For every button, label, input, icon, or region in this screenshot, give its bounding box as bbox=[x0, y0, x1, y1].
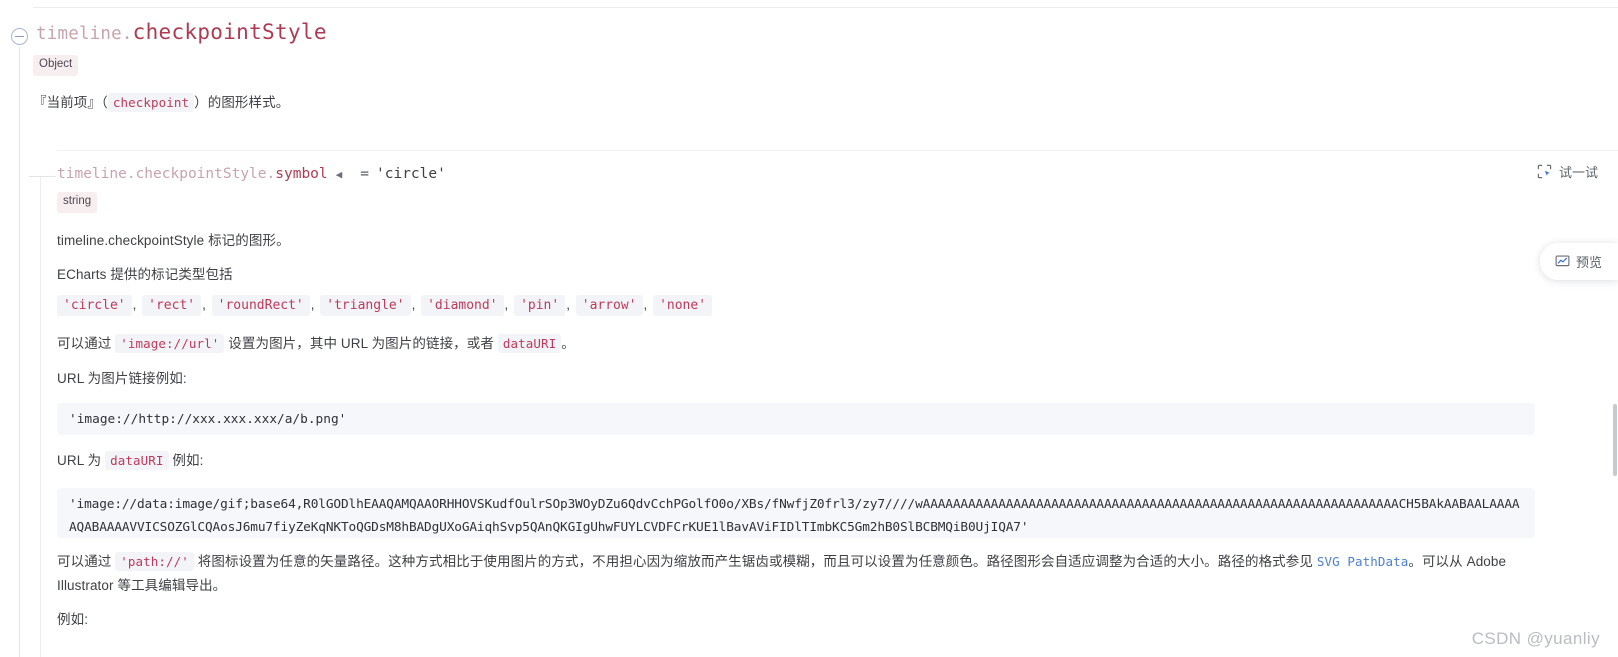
code-block-datauri: 'image://data:image/gif;base64,R0lGODlhE… bbox=[57, 488, 1535, 538]
image-url-description: 可以通过 'image://url' 设置为图片，其中 URL 为图片的链接，或… bbox=[57, 332, 575, 355]
image-desc-mid: 设置为图片，其中 URL 为图片的链接，或者 bbox=[228, 336, 494, 351]
desc-text-lead: 『当前项』（ bbox=[33, 95, 108, 110]
svg-pathdata-link[interactable]: SVG PathData bbox=[1317, 554, 1409, 569]
code-block-image-url: 'image://http://xxx.xxx.xxx/a/b.png' bbox=[57, 403, 1535, 435]
list-separator: , bbox=[132, 297, 137, 312]
inline-code-image-url: 'image://url' bbox=[115, 334, 225, 353]
symbol-type-chip: 'triangle' bbox=[320, 295, 411, 316]
list-separator: , bbox=[202, 297, 206, 312]
datauri-desc-before: URL 为 bbox=[57, 453, 102, 468]
chart-preview-icon bbox=[1555, 254, 1570, 269]
type-badge-object: Object bbox=[33, 55, 79, 76]
symbol-type-chip: 'rect' bbox=[142, 295, 202, 316]
list-separator: , bbox=[566, 297, 570, 312]
tree-branch-connector bbox=[29, 176, 56, 177]
symbol-type-chip: 'pin' bbox=[514, 295, 566, 316]
symbol-type-chip: 'diamond' bbox=[421, 295, 504, 316]
property-signature: timeline.checkpointStyle.symbol ◀ = 'circle… bbox=[57, 166, 446, 182]
page-title: timeline.checkpointStyle bbox=[36, 20, 327, 44]
node-title-leaf: checkpointStyle bbox=[132, 20, 327, 44]
node-title-prefix: timeline. bbox=[36, 24, 133, 44]
type-badge-string: string bbox=[57, 192, 98, 213]
path-desc-mid: 将图标设置为任意的矢量路径。这种方式相比于使用图片的方式，不用担心因为缩放而产生… bbox=[197, 554, 1313, 569]
inline-code-datauri-2: dataURI bbox=[105, 451, 169, 470]
list-separator: , bbox=[643, 297, 648, 312]
circle-minus-icon[interactable] bbox=[11, 28, 28, 45]
symbol-type-chip: 'roundRect' bbox=[211, 295, 310, 316]
vertical-scrollbar-thumb[interactable] bbox=[1613, 404, 1617, 476]
inline-code-datauri: dataURI bbox=[497, 334, 562, 353]
node-description: 『当前项』（ checkpoint ）的图形样式。 bbox=[33, 91, 289, 114]
desc-text-tail: ）的图形样式。 bbox=[194, 95, 290, 110]
child-section-divider bbox=[57, 150, 1618, 151]
preview-label: 预览 bbox=[1575, 255, 1602, 270]
image-desc-before: 可以通过 bbox=[57, 336, 112, 351]
symbol-type-list: 'circle', 'rect', 'roundRect', 'triangle… bbox=[57, 295, 713, 316]
inline-code-path: 'path://' bbox=[115, 552, 194, 571]
symbol-type-chip: 'arrow' bbox=[575, 295, 643, 316]
preview-button[interactable]: 预览 bbox=[1539, 243, 1618, 280]
try-it-label: 试一试 bbox=[1558, 165, 1598, 180]
path-description: 可以通过 'path://' 将图标设置为任意的矢量路径。这种方式相比于使用图片… bbox=[57, 550, 1535, 598]
symbol-type-chip: 'circle' bbox=[57, 295, 132, 316]
image-desc-after: 。 bbox=[561, 336, 575, 351]
list-separator: , bbox=[504, 297, 509, 312]
signature-equals: = bbox=[360, 166, 369, 182]
datauri-desc-after: 例如: bbox=[172, 453, 204, 468]
chevron-left-icon[interactable]: ◀ bbox=[328, 168, 343, 181]
inline-code-checkpoint: checkpoint bbox=[107, 93, 195, 112]
tree-rail-inner bbox=[40, 176, 41, 657]
signature-default-value: 'circle' bbox=[376, 166, 446, 182]
url-example-label: URL 为图片链接例如: bbox=[57, 371, 187, 386]
top-divider bbox=[33, 7, 1618, 8]
symbol-type-chip: 'none' bbox=[653, 295, 713, 316]
tree-rail-outer bbox=[19, 47, 20, 657]
example-label: 例如: bbox=[57, 612, 89, 627]
datauri-example-label: URL 为 dataURI 例如: bbox=[57, 449, 203, 472]
signature-name: symbol bbox=[275, 166, 328, 182]
watermark: CSDN @yuanliy bbox=[1471, 629, 1600, 648]
child-description-marker: timeline.checkpointStyle 标记的图形。 bbox=[57, 233, 290, 248]
path-desc-before: 可以通过 bbox=[57, 554, 112, 569]
signature-path: timeline.checkpointStyle. bbox=[57, 166, 276, 182]
documentation-page: timeline.checkpointStyle Object 『当前项』（ ch… bbox=[0, 0, 1618, 657]
expand-run-icon bbox=[1537, 164, 1552, 179]
try-it-button[interactable]: 试一试 bbox=[1537, 162, 1598, 181]
list-separator: , bbox=[310, 297, 315, 312]
list-separator: , bbox=[411, 297, 416, 312]
child-description-types-intro: ECharts 提供的标记类型包括 bbox=[57, 267, 233, 282]
